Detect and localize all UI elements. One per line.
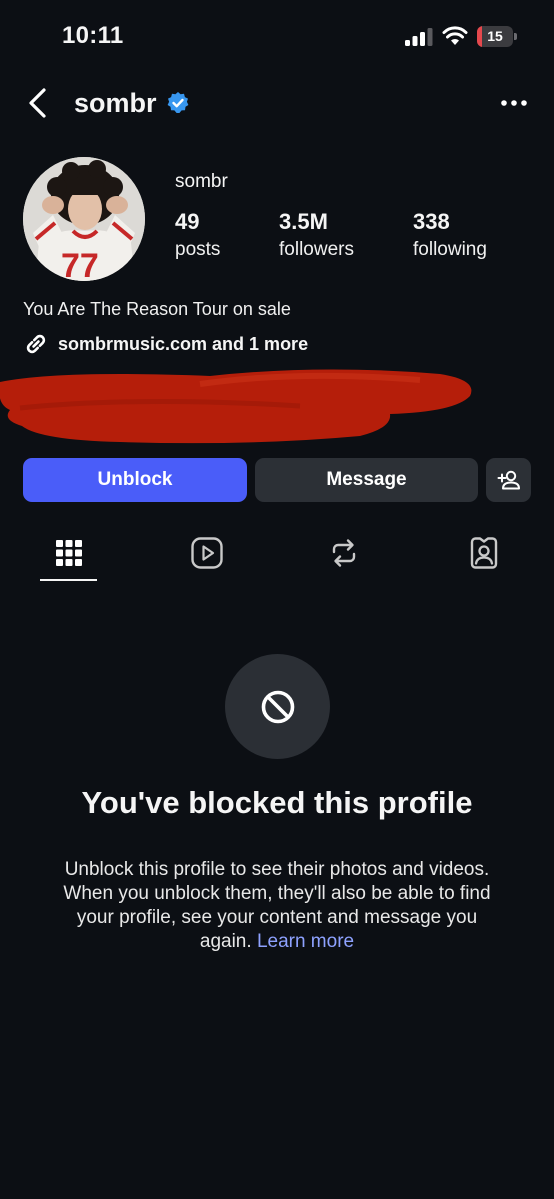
add-person-icon (497, 470, 520, 490)
profile-username: sombr (175, 171, 228, 192)
posts-count: 49 (175, 209, 200, 234)
link-icon (26, 334, 46, 354)
wifi-icon (442, 26, 468, 45)
profile-link[interactable]: sombrmusic.com and 1 more (23, 330, 308, 358)
cellular-signal-icon (405, 28, 433, 46)
learn-more-link[interactable]: Learn more (257, 931, 354, 952)
avatar[interactable]: 77 (23, 157, 145, 281)
tagged-icon (470, 537, 498, 569)
repost-icon (332, 539, 356, 567)
unblock-button[interactable]: Unblock (23, 458, 247, 502)
blocked-icon-circle (225, 654, 330, 759)
redaction-scribble (0, 369, 472, 444)
battery-level: 15 (487, 28, 503, 44)
svg-text:77: 77 (61, 247, 99, 281)
profile-nav-bar: sombr (0, 80, 554, 126)
message-button-label: Message (326, 469, 407, 490)
followers-stat[interactable]: 3.5M followers (279, 209, 354, 261)
avatar-image: 77 (23, 157, 145, 281)
posts-stat[interactable]: 49 posts (175, 209, 220, 261)
page-title: sombr (74, 88, 157, 118)
following-label: following (413, 239, 487, 260)
block-icon (261, 690, 294, 723)
battery-icon: 15 (477, 26, 517, 47)
tab-tagged[interactable] (454, 528, 514, 578)
tab-posts[interactable] (39, 528, 99, 578)
followers-count: 3.5M (279, 209, 328, 234)
suggested-users-button[interactable] (486, 458, 531, 502)
blocked-title: You've blocked this profile (81, 785, 473, 820)
tab-reels[interactable] (177, 528, 237, 578)
reels-icon (191, 537, 223, 569)
grid-icon (56, 540, 82, 566)
followers-label: followers (279, 239, 354, 260)
unblock-button-label: Unblock (97, 469, 173, 490)
message-button[interactable]: Message (255, 458, 478, 502)
profile-bio: You Are The Reason Tour on sale (23, 299, 291, 319)
more-horizontal-icon[interactable] (498, 90, 530, 116)
status-time: 10:11 (62, 22, 124, 49)
active-tab-indicator (40, 579, 97, 581)
status-bar: 10:11 15 (0, 0, 554, 72)
tab-reposts[interactable] (314, 528, 374, 578)
profile-tabs (0, 528, 554, 584)
posts-label: posts (175, 239, 221, 260)
following-count: 338 (413, 209, 450, 234)
chevron-left-icon[interactable] (24, 86, 54, 120)
verified-badge-icon (167, 92, 189, 113)
profile-link-text: sombrmusic.com and 1 more (58, 333, 309, 354)
blocked-description: Unblock this profile to see their photos… (60, 858, 494, 954)
following-stat[interactable]: 338 following (413, 209, 487, 261)
